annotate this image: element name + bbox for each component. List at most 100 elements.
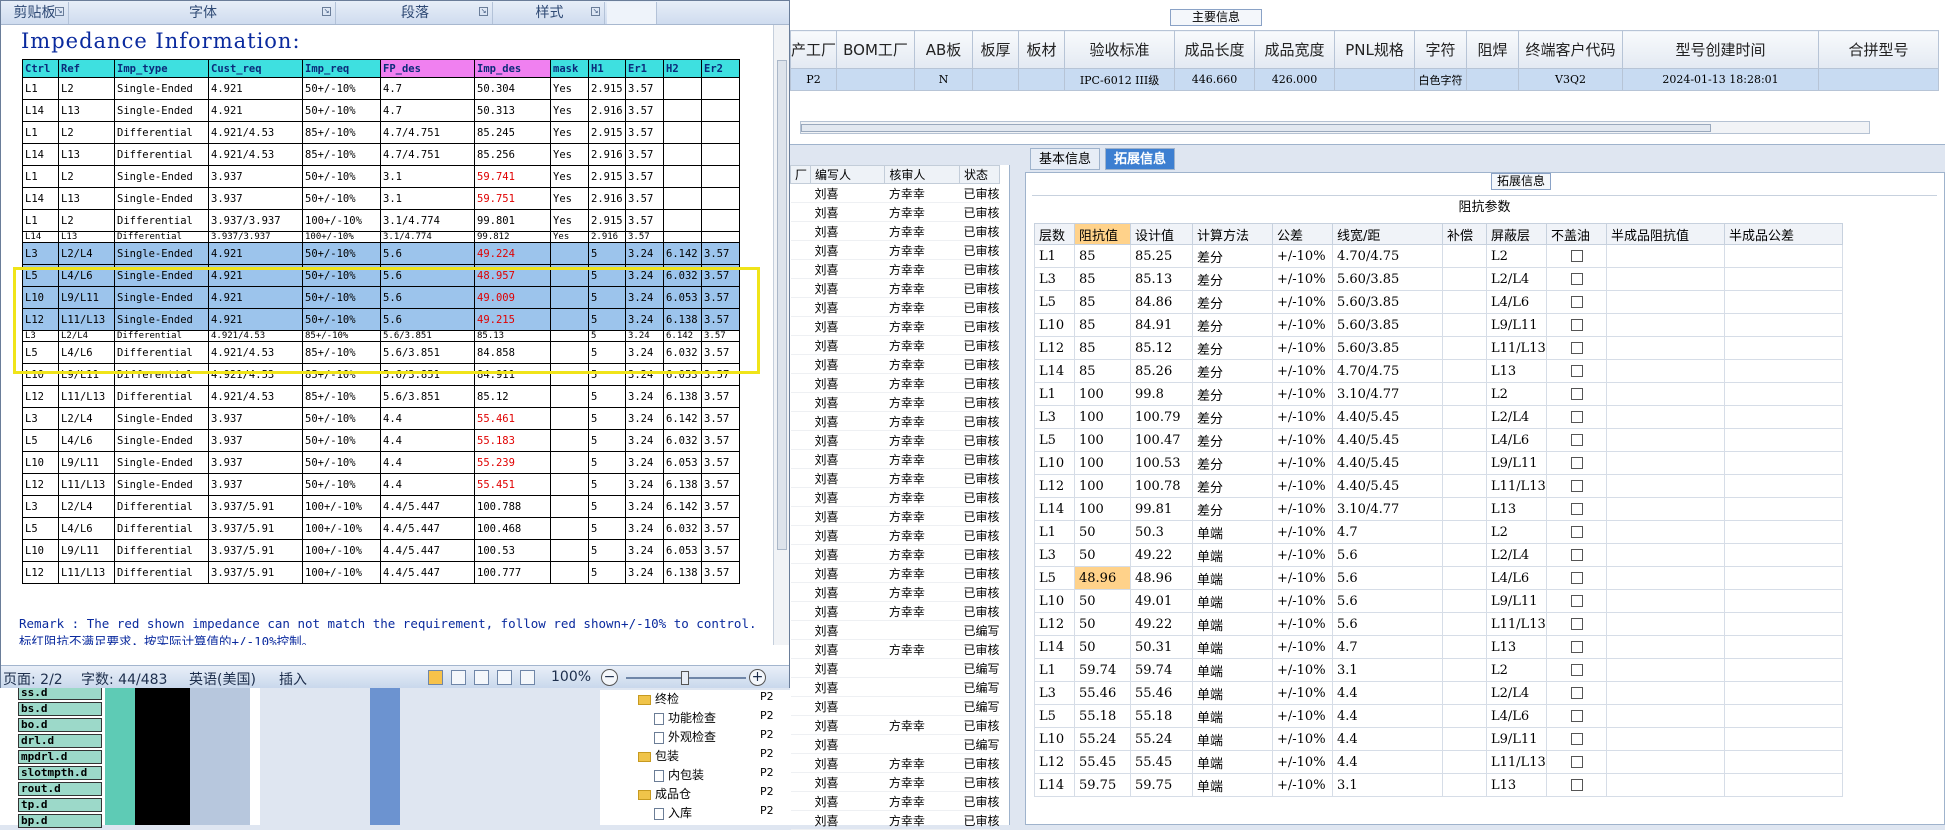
grid-header-cell[interactable]: PNL规格 — [1334, 30, 1416, 69]
grid-row[interactable]: L5 85 84.86 差分 +/-10% 5.60/3.85 L4/L6 — [1034, 290, 1843, 314]
grid-header-cell[interactable]: 半成品公差 — [1724, 223, 1843, 245]
list-header-cell[interactable]: 状态 — [958, 165, 1001, 184]
no-solder-mask-checkbox[interactable] — [1571, 273, 1583, 285]
list-row[interactable]: 刘喜 方幸幸 已审核 — [790, 544, 1000, 564]
grid-row[interactable]: L12 85 85.12 差分 +/-10% 5.60/3.85 L11/L13 — [1034, 336, 1843, 360]
table-row[interactable]: L12 L11/L13 Single-Ended 3.937 50+/-10% 4.4 55… — [22, 473, 740, 496]
page-counter[interactable]: 页面: 2/2 — [3, 669, 63, 689]
grid-row[interactable]: L14 85 85.26 差分 +/-10% 4.70/4.75 L13 — [1034, 359, 1843, 383]
list-row[interactable]: 刘喜 方幸幸 已审核 — [790, 468, 1000, 488]
table-row[interactable]: L5 L4/L6 Single-Ended 3.937 50+/-10% 4.4 55.18… — [22, 429, 740, 452]
file-list-item[interactable]: mpdrl.d — [18, 750, 102, 764]
language-indicator[interactable]: 英语(美国) — [189, 669, 256, 689]
grid-header-cell[interactable]: 屏蔽层 — [1486, 223, 1547, 245]
no-solder-mask-checkbox[interactable] — [1571, 572, 1583, 584]
grid-row[interactable]: L5 100 100.47 差分 +/-10% 4.40/5.45 L4/L6 — [1034, 428, 1843, 452]
grid-header-cell[interactable]: BOM工厂 — [836, 30, 916, 69]
tree-node[interactable]: 包装 P2 — [600, 747, 790, 766]
no-solder-mask-checkbox[interactable] — [1571, 342, 1583, 354]
dialog-launcher-icon[interactable]: ↘ — [55, 7, 64, 16]
grid-header-cell[interactable]: 验收标准 — [1064, 30, 1176, 69]
dialog-launcher-icon[interactable]: ↘ — [591, 7, 600, 16]
tree-node[interactable]: 功能检查 P2 — [600, 709, 790, 728]
table-row[interactable]: L14 L13 Differential 3.937/3.937 100+/-10% 3.… — [22, 231, 740, 243]
tree-node[interactable]: 内包装 P2 — [600, 766, 790, 785]
ribbon-group[interactable]: 样式 ↘ — [495, 2, 605, 24]
list-row[interactable]: 刘喜 方幸幸 已审核 — [790, 639, 1000, 659]
table-row[interactable]: L5 L4/L6 Differential 3.937/5.91 100+/-10% 4.… — [22, 517, 740, 540]
file-list-item[interactable]: tp.d — [18, 798, 102, 812]
grid-row[interactable]: L1 85 85.25 差分 +/-10% 4.70/4.75 L2 — [1034, 244, 1843, 268]
no-solder-mask-checkbox[interactable] — [1571, 480, 1583, 492]
grid-row[interactable]: L3 85 85.13 差分 +/-10% 5.60/3.85 L2/L4 — [1034, 267, 1843, 291]
no-solder-mask-checkbox[interactable] — [1571, 549, 1583, 561]
grid-header-cell[interactable]: 阻抗值 — [1074, 223, 1131, 245]
list-row[interactable]: 刘喜 方幸幸 已审核 — [790, 354, 1000, 374]
table-row[interactable]: L14 L13 Single-Ended 4.921 50+/-10% 4.7 50.313… — [22, 99, 740, 122]
no-solder-mask-checkbox[interactable] — [1571, 756, 1583, 768]
grid-header-cell[interactable]: 不盖油 — [1546, 223, 1607, 245]
list-row[interactable]: 刘喜 方幸幸 已审核 — [790, 582, 1000, 602]
list-row[interactable]: 刘喜 方幸幸 已审核 — [790, 772, 1000, 792]
table-row[interactable]: L1 L2 Differential 4.921/4.53 85+/-10% 4.7/4.… — [22, 121, 740, 144]
grid-row[interactable]: L5 55.18 55.18 单端 +/-10% 4.4 L4/L6 — [1034, 704, 1843, 728]
no-solder-mask-checkbox[interactable] — [1571, 779, 1583, 791]
grid-header-cell[interactable]: 合拼型号 — [1818, 30, 1940, 69]
ribbon-group[interactable]: 段落 ↘ — [338, 2, 493, 24]
reading-layout-icon[interactable] — [451, 670, 466, 685]
grid-header-cell[interactable]: 终端客户代码 — [1518, 30, 1624, 69]
print-layout-icon[interactable] — [428, 670, 443, 685]
grid-header-cell[interactable]: 成品长度 — [1174, 30, 1256, 69]
table-row[interactable]: L12 L11/L13 Differential 3.937/5.91 100+/-10… — [22, 561, 740, 584]
list-row[interactable]: 刘喜 方幸幸 已审核 — [790, 563, 1000, 583]
web-layout-icon[interactable] — [474, 670, 489, 685]
file-list-item[interactable]: bs.d — [18, 702, 102, 716]
grid-row[interactable]: L10 85 84.91 差分 +/-10% 5.60/3.85 L9/L11 — [1034, 313, 1843, 337]
list-header-cell[interactable]: 厂 — [790, 165, 811, 184]
no-solder-mask-checkbox[interactable] — [1571, 526, 1583, 538]
no-solder-mask-checkbox[interactable] — [1571, 457, 1583, 469]
list-row[interactable]: 刘喜 方幸幸 已审核 — [790, 791, 1000, 811]
list-row[interactable]: 刘喜 方幸幸 已审核 — [790, 202, 1000, 222]
grid-header-cell[interactable]: 线宽/距 — [1332, 223, 1443, 245]
grid-row[interactable]: L5 48.96 48.96 单端 +/-10% 5.6 L4/L6 — [1034, 566, 1843, 590]
grid-row[interactable]: L3 50 49.22 单端 +/-10% 5.6 L2/L4 — [1034, 543, 1843, 567]
grid-row[interactable]: L12 50 49.22 单端 +/-10% 5.6 L11/L13 — [1034, 612, 1843, 636]
no-solder-mask-checkbox[interactable] — [1571, 664, 1583, 676]
no-solder-mask-checkbox[interactable] — [1571, 296, 1583, 308]
table-row[interactable]: L14 L13 Differential 4.921/4.53 85+/-10% 4.7/… — [22, 143, 740, 166]
list-row[interactable]: 刘喜 方幸幸 已审核 — [790, 810, 1000, 830]
zoom-level[interactable]: 100% — [551, 669, 591, 685]
table-row[interactable]: L10 L9/L11 Single-Ended 3.937 50+/-10% 4.4 55.… — [22, 451, 740, 474]
grid-row[interactable]: L10 55.24 55.24 单端 +/-10% 4.4 L9/L11 — [1034, 727, 1843, 751]
dialog-launcher-icon[interactable]: ↘ — [479, 7, 488, 16]
no-solder-mask-checkbox[interactable] — [1571, 503, 1583, 515]
grid-header-cell[interactable]: AB板 — [914, 30, 974, 69]
no-solder-mask-checkbox[interactable] — [1571, 710, 1583, 722]
document-area[interactable]: Impedance Information: Ctrl Ref Imp_type Cu… — [1, 25, 773, 645]
table-row[interactable]: L3 L2/L4 Single-Ended 3.937 50+/-10% 4.4 55.46… — [22, 407, 740, 430]
table-row[interactable]: L3 L2/L4 Single-Ended 4.921 50+/-10% 5.6 49.22… — [22, 242, 740, 265]
table-row[interactable]: L14 L13 Single-Ended 3.937 50+/-10% 3.1 59.751… — [22, 187, 740, 210]
grid-row[interactable]: L1 50 50.3 单端 +/-10% 4.7 L2 — [1034, 520, 1843, 544]
grid-header-cell[interactable]: 板材 — [1018, 30, 1066, 69]
tab[interactable]: 拓展信息 — [1105, 148, 1176, 170]
no-solder-mask-checkbox[interactable] — [1571, 641, 1583, 653]
grid-header-cell[interactable]: 层数 — [1034, 223, 1075, 245]
no-solder-mask-checkbox[interactable] — [1571, 319, 1583, 331]
grid-row[interactable]: L14 50 50.31 单端 +/-10% 4.7 L13 — [1034, 635, 1843, 659]
list-row[interactable]: 刘喜 已编写 — [790, 677, 1000, 697]
file-list-item[interactable]: slotmpth.d — [18, 766, 102, 780]
list-row[interactable]: 刘喜 方幸幸 已审核 — [790, 316, 1000, 336]
grid-header-cell[interactable]: 阻焊 — [1466, 30, 1520, 69]
table-row[interactable]: L1 L2 Single-Ended 4.921 50+/-10% 4.7 50.304 Ye… — [22, 77, 740, 100]
list-row[interactable]: 刘喜 方幸幸 已审核 — [790, 525, 1000, 545]
no-solder-mask-checkbox[interactable] — [1571, 595, 1583, 607]
zoom-in-icon[interactable]: + — [749, 669, 766, 686]
ribbon-group-edit[interactable] — [607, 2, 657, 24]
grid-header-cell[interactable]: 字符 — [1414, 30, 1468, 69]
grid-row[interactable]: L14 100 99.81 差分 +/-10% 3.10/4.77 L13 — [1034, 497, 1843, 521]
list-row[interactable]: 刘喜 方幸幸 已审核 — [790, 259, 1000, 279]
list-row[interactable]: 刘喜 方幸幸 已审核 — [790, 449, 1000, 469]
table-row[interactable]: L10 L9/L11 Differential 3.937/5.91 100+/-10%… — [22, 539, 740, 562]
